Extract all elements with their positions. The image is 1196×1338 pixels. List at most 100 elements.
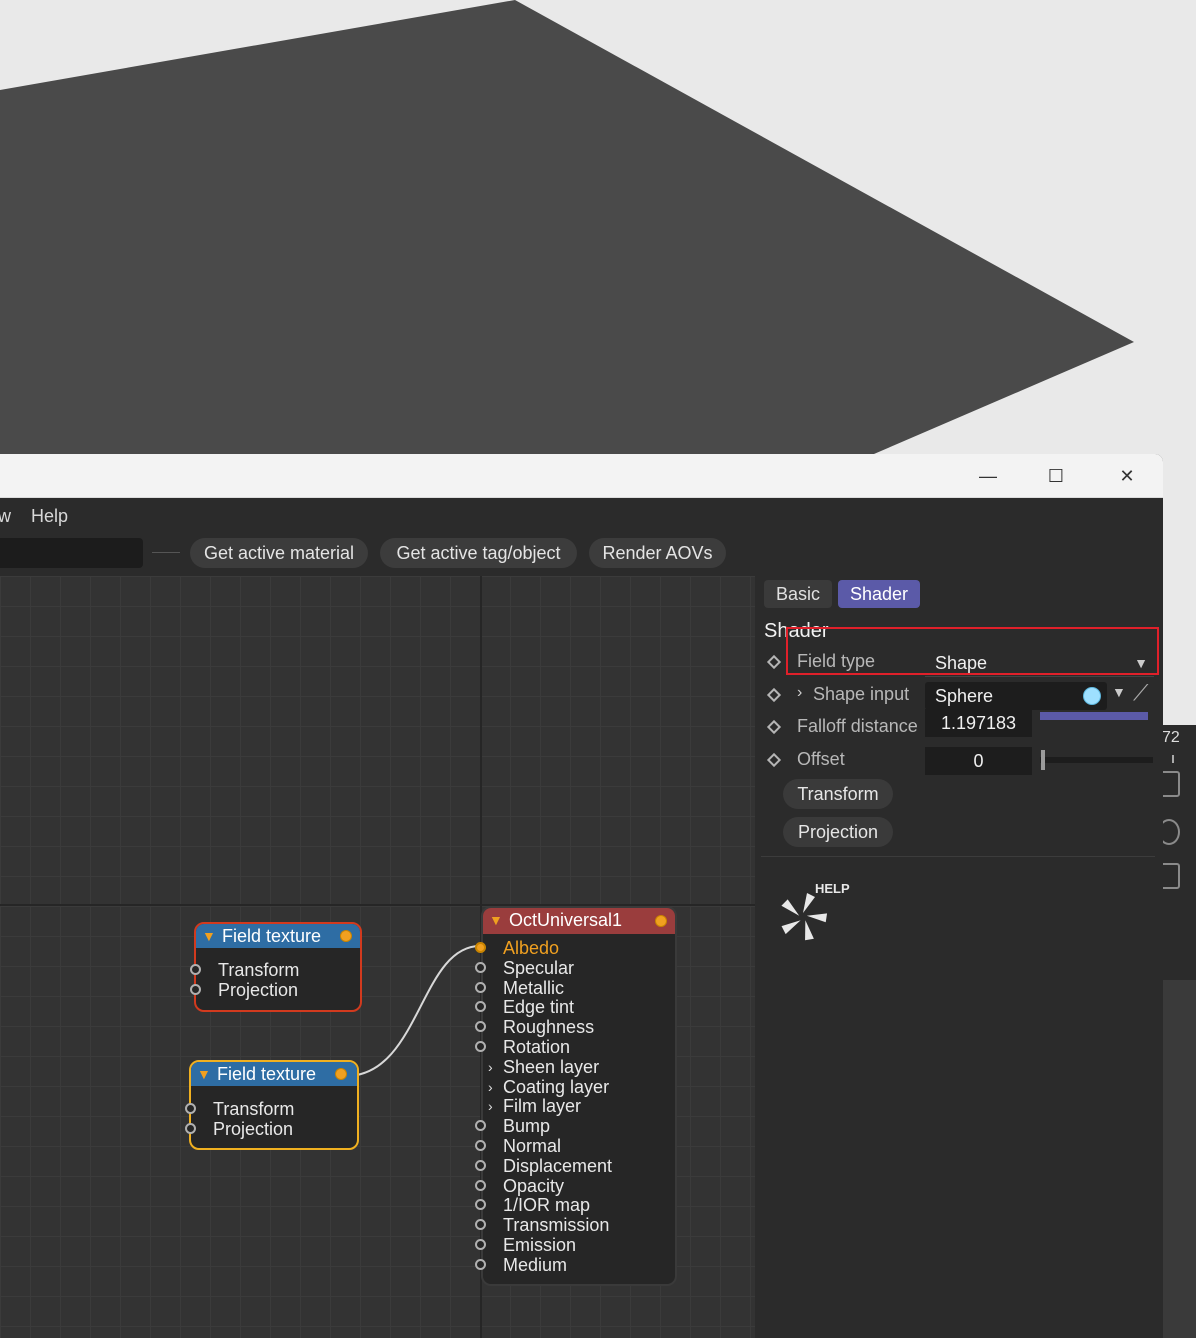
port-row[interactable]: 1/IOR map bbox=[475, 1195, 679, 1215]
offset-input[interactable]: 0 bbox=[925, 747, 1032, 775]
port-row[interactable]: Bump bbox=[475, 1116, 679, 1137]
port-projection[interactable]: Projection bbox=[185, 1119, 361, 1139]
expand-arrow-icon[interactable]: › bbox=[488, 1057, 493, 1077]
port-row[interactable]: › Coating layer bbox=[483, 1077, 679, 1097]
minimize-button[interactable]: — bbox=[953, 454, 1023, 498]
port-row[interactable]: › Sheen layer bbox=[483, 1057, 679, 1077]
field-texture-node-selected[interactable]: ▼ Field texture Transform Projection bbox=[185, 1060, 361, 1150]
help-label: HELP bbox=[815, 881, 850, 896]
node-header[interactable]: ▼ Field texture bbox=[196, 924, 360, 948]
port-row[interactable]: Opacity bbox=[475, 1176, 679, 1196]
input-port-dot[interactable] bbox=[190, 964, 201, 975]
keyframe-diamond-icon[interactable] bbox=[766, 654, 782, 670]
menu-bar: w Help bbox=[0, 498, 1163, 534]
port-row[interactable]: › Film layer bbox=[483, 1096, 679, 1116]
input-port-dot[interactable] bbox=[475, 1159, 486, 1171]
port-row[interactable]: Albedo bbox=[475, 938, 679, 958]
port-label: Displacement bbox=[503, 1155, 613, 1176]
port-row[interactable]: Edge tint bbox=[475, 997, 679, 1018]
input-port-dot[interactable] bbox=[185, 1103, 196, 1114]
node-header[interactable]: ▼ Field texture bbox=[191, 1062, 357, 1086]
input-port-dot[interactable] bbox=[475, 1199, 486, 1211]
port-label: Sheen layer bbox=[503, 1056, 600, 1077]
close-button[interactable]: ✕ bbox=[1092, 454, 1162, 498]
pick-object-icon[interactable]: ⟋ bbox=[1133, 680, 1148, 706]
search-input[interactable] bbox=[0, 538, 143, 568]
menu-item-window[interactable]: w bbox=[0, 506, 11, 527]
expand-arrow-icon[interactable]: › bbox=[488, 1077, 493, 1097]
port-row[interactable]: Emission bbox=[475, 1235, 679, 1255]
input-port-dot[interactable] bbox=[475, 1120, 486, 1132]
tab-basic[interactable]: Basic bbox=[764, 580, 832, 608]
input-port-dot[interactable] bbox=[475, 1258, 486, 1270]
offset-slider-track[interactable] bbox=[1040, 757, 1153, 763]
keyframe-diamond-icon[interactable] bbox=[766, 719, 782, 735]
port-row[interactable]: Specular bbox=[475, 957, 679, 978]
port-row[interactable]: Displacement bbox=[475, 1155, 679, 1176]
port-label: Specular bbox=[503, 957, 575, 978]
port-row[interactable]: Transmission bbox=[475, 1215, 679, 1235]
input-port-dot[interactable] bbox=[185, 1123, 196, 1134]
input-port-dot[interactable] bbox=[475, 1239, 486, 1250]
input-port-dot[interactable] bbox=[475, 1001, 486, 1013]
input-port-dot[interactable] bbox=[475, 1041, 486, 1052]
toolbar: Get active material Get active tag/objec… bbox=[0, 534, 1163, 576]
port-label: Medium bbox=[503, 1254, 568, 1275]
input-port-dot[interactable] bbox=[475, 942, 486, 953]
close-icon: ✕ bbox=[1119, 465, 1135, 486]
port-label: Film layer bbox=[503, 1096, 582, 1117]
port-row[interactable]: Normal bbox=[475, 1136, 679, 1156]
port-transform[interactable]: Transform bbox=[190, 960, 364, 980]
get-active-tag-object-button[interactable]: Get active tag/object bbox=[380, 538, 577, 568]
input-port-dot[interactable] bbox=[475, 1219, 486, 1231]
port-label: Edge tint bbox=[503, 997, 575, 1018]
input-port-dot[interactable] bbox=[190, 984, 201, 995]
keyframe-diamond-icon[interactable] bbox=[766, 687, 782, 703]
keyframe-diamond-icon[interactable] bbox=[766, 752, 782, 768]
port-label: Rotation bbox=[503, 1037, 571, 1057]
octane-logo-icon bbox=[781, 893, 828, 941]
offset-slider-handle[interactable] bbox=[1041, 750, 1045, 770]
transform-button[interactable]: Transform bbox=[783, 779, 893, 809]
collapse-triangle-icon[interactable]: ▼ bbox=[489, 908, 503, 932]
port-transform[interactable]: Transform bbox=[185, 1099, 361, 1119]
node-editor-canvas[interactable]: ▼ Field texture Transform Projection ▼ F… bbox=[0, 576, 755, 1338]
port-row[interactable]: Roughness bbox=[475, 1017, 679, 1037]
render-aovs-button[interactable]: Render AOVs bbox=[589, 538, 726, 568]
input-port-dot[interactable] bbox=[475, 961, 486, 973]
projection-button[interactable]: Projection bbox=[783, 817, 893, 847]
output-port[interactable] bbox=[335, 1068, 347, 1080]
attribute-panel: Basic Shader Shader Field type Shape ▼ ›… bbox=[755, 576, 1163, 1338]
title-bar[interactable]: — ☐ ✕ bbox=[0, 454, 1163, 498]
maximize-button[interactable]: ☐ bbox=[1021, 454, 1091, 498]
get-active-material-button[interactable]: Get active material bbox=[190, 538, 368, 568]
port-projection[interactable]: Projection bbox=[190, 980, 364, 1000]
shape-input-field[interactable]: Sphere bbox=[925, 682, 1107, 710]
octuniversal-node[interactable]: ▼ OctUniversal1 Albedo Specular Metallic Ed… bbox=[475, 906, 679, 1286]
expand-arrow-icon[interactable]: › bbox=[488, 1096, 493, 1116]
input-port-dot[interactable] bbox=[475, 1179, 486, 1191]
port-label: Bump bbox=[503, 1116, 551, 1137]
tab-shader[interactable]: Shader bbox=[838, 580, 920, 608]
output-port[interactable] bbox=[340, 930, 352, 942]
input-port-dot[interactable] bbox=[475, 1021, 486, 1033]
falloff-distance-input[interactable]: 1.197183 bbox=[925, 709, 1032, 737]
falloff-distance-slider[interactable] bbox=[1040, 712, 1148, 720]
port-label: Emission bbox=[503, 1235, 577, 1255]
field-texture-node[interactable]: ▼ Field texture Transform Projection bbox=[190, 922, 364, 1012]
expand-chevron-icon[interactable]: › bbox=[797, 684, 802, 702]
collapse-triangle-icon[interactable]: ▼ bbox=[197, 1062, 211, 1086]
port-row[interactable]: Metallic bbox=[475, 978, 679, 998]
collapse-triangle-icon[interactable]: ▼ bbox=[202, 924, 216, 948]
node-title: OctUniversal1 bbox=[509, 910, 623, 930]
output-port[interactable] bbox=[655, 915, 667, 927]
help-button[interactable]: HELP bbox=[775, 881, 865, 951]
panel-divider bbox=[761, 856, 1155, 857]
node-header[interactable]: ▼ OctUniversal1 bbox=[483, 908, 675, 934]
dropdown-arrow-icon[interactable]: ▼ bbox=[1112, 684, 1126, 700]
input-port-dot[interactable] bbox=[475, 981, 486, 993]
port-row[interactable]: Rotation bbox=[475, 1037, 679, 1057]
menu-item-help[interactable]: Help bbox=[31, 506, 68, 527]
port-row[interactable]: Medium bbox=[475, 1254, 679, 1275]
input-port-dot[interactable] bbox=[475, 1140, 486, 1151]
